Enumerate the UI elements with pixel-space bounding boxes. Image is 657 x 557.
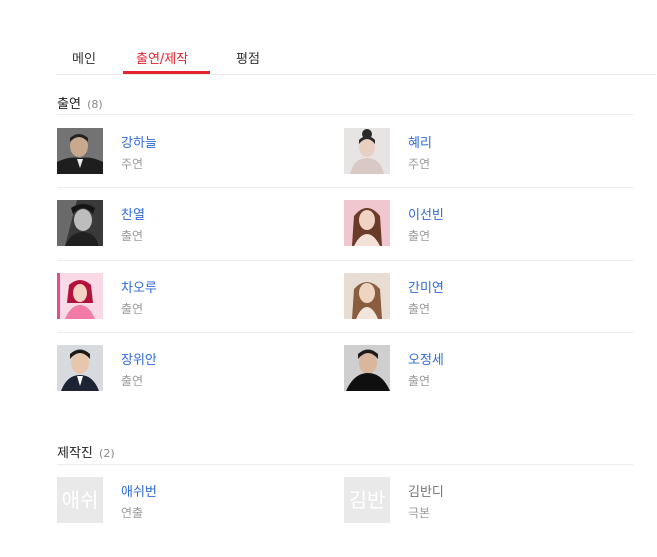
person-role: 출연	[408, 374, 431, 388]
profile-photo[interactable]	[57, 200, 103, 246]
divider	[57, 332, 633, 333]
person-role: 출연	[408, 229, 431, 243]
person-name[interactable]: 혜리	[408, 132, 432, 151]
person-role: 주연	[121, 157, 144, 171]
cast-section-label: 출연	[57, 97, 81, 112]
placeholder-initials: 애쉬	[61, 488, 99, 512]
placeholder-initials: 김반	[348, 488, 386, 512]
divider	[57, 187, 633, 188]
profile-photo[interactable]	[57, 273, 103, 319]
person-name[interactable]: 강하늘	[121, 132, 157, 151]
profile-photo[interactable]	[344, 128, 390, 174]
person-name[interactable]: 이선빈	[408, 204, 444, 223]
person-role: 주연	[408, 157, 431, 171]
profile-photo[interactable]	[344, 200, 390, 246]
person-role: 출연	[121, 229, 144, 243]
tab-bar: 메인 출연/제작 평점	[56, 40, 656, 75]
profile-placeholder[interactable]: 애쉬	[57, 477, 103, 523]
profile-photo[interactable]	[57, 128, 103, 174]
person-role: 연출	[121, 506, 144, 520]
person-role: 출연	[121, 302, 144, 316]
person-role: 출연	[121, 374, 144, 388]
profile-photo[interactable]	[344, 273, 390, 319]
person-name[interactable]: 애쉬번	[121, 481, 157, 500]
crew-section-label: 제작진	[57, 446, 93, 461]
divider	[57, 464, 633, 465]
person-name[interactable]: 찬열	[121, 204, 145, 223]
tab-rating[interactable]: 평점	[236, 48, 260, 67]
tab-main[interactable]: 메인	[72, 48, 96, 67]
crew-count: (2)	[99, 447, 115, 460]
divider	[57, 114, 633, 115]
person-name[interactable]: 차오루	[121, 277, 157, 296]
person-name: 김반디	[408, 485, 444, 500]
person-role: 출연	[408, 302, 431, 316]
cast-count: (8)	[87, 98, 103, 111]
tab-cast-production[interactable]: 출연/제작	[136, 48, 188, 67]
profile-placeholder: 김반	[344, 477, 390, 523]
profile-photo[interactable]	[57, 345, 103, 391]
person-name[interactable]: 간미연	[408, 277, 444, 296]
divider	[57, 260, 633, 261]
active-tab-indicator	[123, 71, 210, 74]
crew-section-title: 제작진 (2)	[57, 442, 115, 461]
profile-photo[interactable]	[344, 345, 390, 391]
cast-section-title: 출연 (8)	[57, 93, 103, 112]
person-role: 극본	[408, 506, 431, 520]
person-name[interactable]: 장위안	[121, 349, 157, 368]
person-name[interactable]: 오정세	[408, 349, 444, 368]
